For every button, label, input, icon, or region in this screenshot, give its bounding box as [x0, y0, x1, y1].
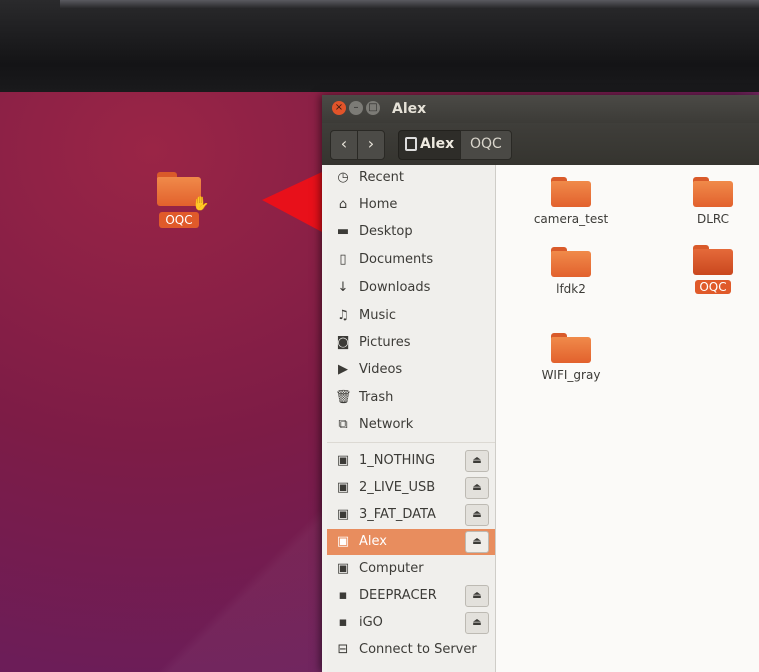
eject-icon[interactable]: ⏏ [465, 450, 489, 472]
sidebar-item-label: Network [359, 417, 414, 432]
drive-icon [405, 137, 417, 151]
file-manager-window: × – □ Alex ‹ › Alex OQC ◷ Recent ⌂ Home … [322, 95, 759, 672]
camera-icon: ◙ [336, 335, 350, 350]
drive-icon: ▣ [336, 453, 350, 468]
sidebar-item-igo[interactable]: ▪ iGO ⏏ [327, 610, 495, 636]
back-button[interactable]: ‹ [330, 130, 358, 160]
sidebar-item-label: Downloads [359, 280, 431, 295]
eject-icon[interactable]: ⏏ [465, 504, 489, 526]
file-name: lfdk2 [556, 282, 586, 296]
sidebar-item-label: 3_FAT_DATA [359, 507, 436, 522]
desktop-icon: ▬ [336, 224, 350, 239]
titlebar: × – □ Alex [322, 95, 759, 123]
sidebar-item-recent[interactable]: ◷ Recent [327, 165, 495, 191]
sidebar-item-label: Connect to Server [359, 642, 477, 657]
sidebar-item-label: Videos [359, 362, 403, 377]
toolbar: ‹ › Alex OQC [322, 123, 759, 165]
sidebar-item-1-nothing[interactable]: ▣ 1_NOTHING ⏏ [327, 448, 495, 474]
sidebar-item-label: Computer [359, 561, 424, 576]
file-name: WIFI_gray [541, 368, 601, 382]
folder-icon [693, 245, 733, 275]
sidebar-item-label: Music [359, 308, 396, 323]
breadcrumb-alex-label: Alex [420, 136, 455, 152]
file-name: DLRC [696, 212, 730, 226]
breadcrumb-alex[interactable]: Alex [398, 130, 462, 160]
sidebar-item-label: 2_LIVE_USB [359, 480, 436, 495]
sidebar-item-home[interactable]: ⌂ Home [327, 192, 495, 218]
video-icon: ▶ [338, 362, 348, 377]
eject-icon[interactable]: ⏏ [465, 477, 489, 499]
file-name: OQC [695, 280, 731, 294]
usb-drive-icon: ▪ [338, 615, 348, 630]
sidebar-item-label: Documents [359, 252, 434, 267]
sidebar-item-label: Recent [359, 170, 404, 185]
sidebar: ◷ Recent ⌂ Home ▬ Desktop ▯ Documents ↓ … [327, 165, 496, 672]
file-item-camera-test[interactable]: camera_test [526, 177, 616, 226]
sidebar-item-videos[interactable]: ▶ Videos [327, 357, 495, 383]
network-icon: ⧉ [338, 417, 348, 432]
sidebar-item-label: DEEPRACER [359, 588, 437, 603]
sidebar-item-downloads[interactable]: ↓ Downloads [327, 275, 495, 301]
sidebar-item-connect-to-server[interactable]: ⊟ Connect to Server [327, 637, 495, 663]
sidebar-item-desktop[interactable]: ▬ Desktop [327, 219, 495, 245]
folder-icon [693, 177, 733, 207]
file-item-wifi-gray[interactable]: WIFI_gray [526, 333, 616, 382]
eject-icon[interactable]: ⏏ [465, 585, 489, 607]
download-icon: ↓ [337, 280, 349, 295]
file-view: camera_test DLRC lfdk2 OQC WIFI_gray [496, 165, 759, 672]
sidebar-item-label: Desktop [359, 224, 413, 239]
drag-cursor-icon: ✋ [192, 196, 210, 212]
maximize-button[interactable]: □ [366, 101, 380, 115]
trash-icon: 🗑 [335, 390, 352, 405]
sidebar-item-label: Home [359, 197, 398, 212]
folder-icon [551, 177, 591, 207]
home-icon: ⌂ [338, 197, 348, 212]
minimize-button[interactable]: – [349, 101, 363, 115]
sidebar-separator [327, 442, 495, 443]
desktop-folder-label: OQC [159, 212, 199, 228]
sidebar-item-label: Pictures [359, 335, 411, 350]
sidebar-item-label: Alex [359, 534, 387, 549]
folder-icon [551, 247, 591, 277]
clock-icon: ◷ [337, 170, 349, 185]
sidebar-item-label: iGO [359, 615, 383, 630]
sidebar-item-computer[interactable]: ▣ Computer [327, 556, 495, 582]
usb-drive-icon: ▪ [338, 588, 348, 603]
forward-button[interactable]: › [357, 130, 385, 160]
sidebar-item-network[interactable]: ⧉ Network [327, 412, 495, 438]
eject-icon[interactable]: ⏏ [465, 612, 489, 634]
sidebar-item-trash[interactable]: 🗑 Trash [327, 385, 495, 411]
sidebar-item-label: Trash [359, 390, 394, 405]
sidebar-item-alex[interactable]: ▣ Alex ⏏ [327, 529, 495, 555]
drive-icon: ▣ [336, 561, 350, 576]
monitor-bezel [0, 0, 759, 92]
file-name: camera_test [533, 212, 609, 226]
sidebar-item-3-fat-data[interactable]: ▣ 3_FAT_DATA ⏏ [327, 502, 495, 528]
music-icon: ♫ [337, 308, 349, 323]
sidebar-item-music[interactable]: ♫ Music [327, 303, 495, 329]
close-button[interactable]: × [332, 101, 346, 115]
file-item-oqc[interactable]: OQC [668, 245, 758, 295]
document-icon: ▯ [339, 252, 347, 267]
sidebar-item-pictures[interactable]: ◙ Pictures [327, 330, 495, 356]
monitor-edge [60, 0, 759, 8]
file-item-lfdk2[interactable]: lfdk2 [526, 247, 616, 296]
sidebar-item-label: 1_NOTHING [359, 453, 436, 468]
sidebar-item-2-live-usb[interactable]: ▣ 2_LIVE_USB ⏏ [327, 475, 495, 501]
drive-icon: ▣ [336, 507, 350, 522]
drive-icon: ▣ [336, 534, 350, 549]
file-item-dlrc[interactable]: DLRC [668, 177, 758, 226]
folder-icon [551, 333, 591, 363]
sidebar-item-documents[interactable]: ▯ Documents [327, 247, 495, 273]
window-title: Alex [392, 101, 427, 117]
sidebar-item-deepracer[interactable]: ▪ DEEPRACER ⏏ [327, 583, 495, 609]
eject-icon[interactable]: ⏏ [465, 531, 489, 553]
drive-icon: ▣ [336, 480, 350, 495]
breadcrumb-oqc[interactable]: OQC [460, 130, 512, 160]
server-icon: ⊟ [337, 642, 349, 657]
